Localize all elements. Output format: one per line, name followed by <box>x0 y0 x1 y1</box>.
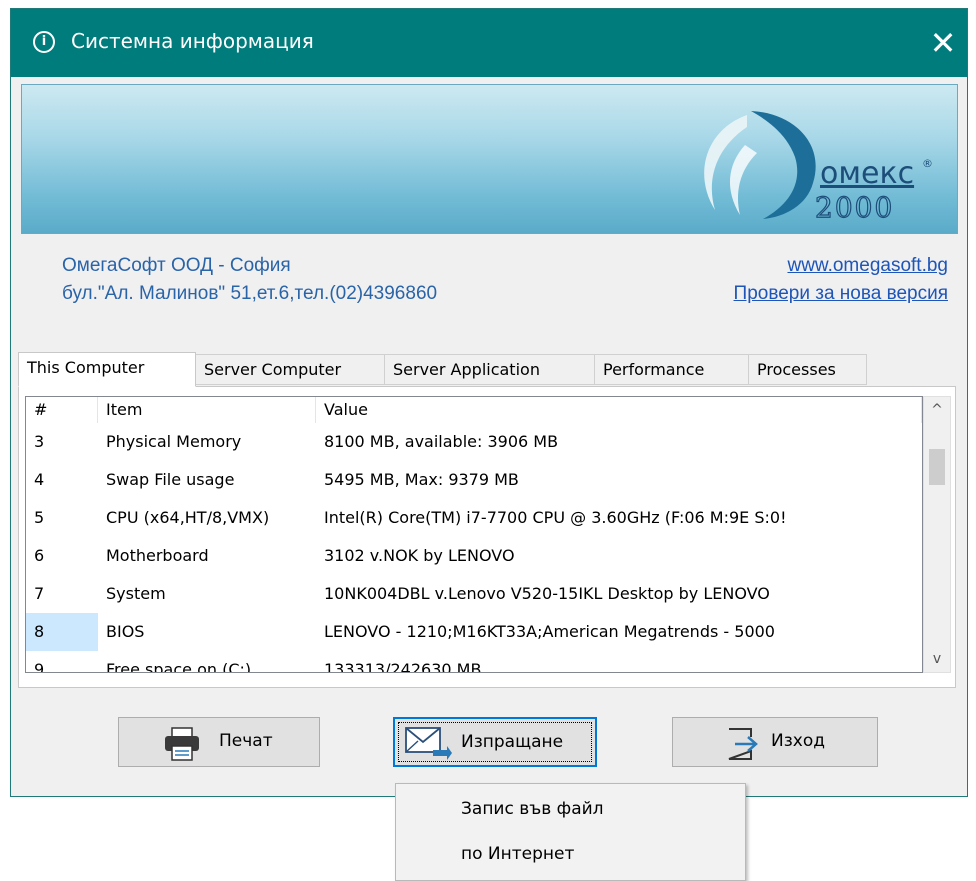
logo-year: 2000 <box>815 191 894 224</box>
printer-icon <box>165 727 199 761</box>
logo-word: омекс <box>820 156 914 191</box>
row-item: CPU (x64,HT/8,VMX) <box>106 508 270 527</box>
omex-logo: омекс ® 2000 <box>704 111 933 225</box>
tab-this-computer[interactable]: This Computer <box>18 352 196 387</box>
row-value: 5495 MB, Max: 9379 MB <box>324 470 519 489</box>
row-value: 133313/242630 MB <box>324 660 482 673</box>
list-row[interactable]: 3 Physical Memory 8100 MB, available: 3906… <box>26 423 922 461</box>
scroll-thumb[interactable] <box>929 449 945 485</box>
row-value: 8100 MB, available: 3906 MB <box>324 432 559 451</box>
row-item: Physical Memory <box>106 432 242 451</box>
info-icon: i <box>33 31 55 53</box>
row-num: 9 <box>34 660 45 673</box>
header-item[interactable]: Item <box>98 397 316 423</box>
company-address: бул."Ал. Малинов" 51,ет.6,тел.(02)439686… <box>62 283 438 304</box>
company-info: ОмегаСофт ООД - София бул."Ал. Малинов" … <box>62 252 437 308</box>
row-num: 6 <box>34 546 45 565</box>
envelope-icon <box>405 727 452 760</box>
logo-reg: ® <box>922 157 933 170</box>
website-link[interactable]: www.omegasoft.bg <box>734 252 948 280</box>
exit-label: Изход <box>771 731 825 751</box>
vertical-scrollbar[interactable]: ^ v <box>923 396 951 673</box>
row-num: 8 <box>26 613 98 651</box>
window-title: Системна информация <box>71 29 314 53</box>
info-list[interactable]: # Item Value 3 Physical Memory 8100 MB, av… <box>25 396 923 673</box>
list-header: # Item Value <box>26 397 922 423</box>
send-button[interactable]: Изпращане <box>393 717 597 767</box>
menu-item-label: Запис във файл <box>461 799 604 819</box>
tab-server-application[interactable]: Server Application <box>384 354 595 385</box>
row-item: System <box>106 584 166 603</box>
list-row[interactable]: 4 Swap File usage 5495 MB, Max: 9379 MB <box>26 461 922 499</box>
list-row[interactable]: 6 Motherboard 3102 v.NOK by LENOVO <box>26 537 922 575</box>
row-value: LENOVO - 1210;M16KT33A;American Megatren… <box>324 622 775 641</box>
row-num: 3 <box>34 432 45 451</box>
send-label: Изпращане <box>461 732 564 752</box>
title-bar[interactable]: i Системна информация ✕ <box>11 9 967 77</box>
header-value[interactable]: Value <box>316 397 922 423</box>
row-value: Intel(R) Core(TM) i7-7700 CPU @ 3.60GHz … <box>324 508 787 527</box>
row-num: 4 <box>34 470 45 489</box>
tab-performance[interactable]: Performance <box>594 354 749 385</box>
list-row[interactable]: 5 CPU (x64,HT/8,VMX) Intel(R) Core(TM) i7-… <box>26 499 922 537</box>
row-num: 7 <box>34 584 45 603</box>
check-update-link[interactable]: Провери за нова версия <box>734 280 948 308</box>
scroll-down-icon[interactable]: v <box>924 646 950 672</box>
scroll-up-icon[interactable]: ^ <box>924 397 950 423</box>
header-num[interactable]: # <box>26 397 98 423</box>
tab-panel: # Item Value 3 Physical Memory 8100 MB, av… <box>18 386 956 688</box>
company-name: ОмегаСофт ООД - София <box>62 255 291 276</box>
list-row[interactable]: 8 BIOS LENOVO - 1210;M16KT33A;American Meg… <box>26 613 922 651</box>
tab-server-computer[interactable]: Server Computer <box>195 354 385 385</box>
row-item: Free space on (C:) <box>106 660 252 673</box>
close-icon[interactable]: ✕ <box>923 23 963 63</box>
banner: омекс ® 2000 <box>21 84 958 234</box>
row-item: BIOS <box>106 622 145 641</box>
send-dropdown-menu: Запис във файл по Интернет <box>395 783 746 881</box>
list-row[interactable]: 7 System 10NK004DBL v.Lenovo V520-15IKL De… <box>26 575 922 613</box>
menu-item-save-file[interactable]: Запис във файл <box>398 787 743 831</box>
menu-item-label: по Интернет <box>461 844 575 864</box>
row-num: 5 <box>34 508 45 527</box>
row-value: 10NK004DBL v.Lenovo V520-15IKL Desktop b… <box>324 584 770 603</box>
links: www.omegasoft.bg Провери за нова версия <box>734 252 948 308</box>
print-button[interactable]: Печат <box>118 717 320 767</box>
exit-icon <box>728 728 758 760</box>
list-row[interactable]: 9 Free space on (C:) 133313/242630 MB <box>26 651 922 673</box>
row-item: Swap File usage <box>106 470 235 489</box>
row-item: Motherboard <box>106 546 209 565</box>
print-label: Печат <box>219 731 273 751</box>
exit-button[interactable]: Изход <box>672 717 878 767</box>
tab-processes[interactable]: Processes <box>748 354 867 385</box>
list-rows: 3 Physical Memory 8100 MB, available: 3906… <box>26 423 922 673</box>
row-value: 3102 v.NOK by LENOVO <box>324 546 515 565</box>
menu-item-internet[interactable]: по Интернет <box>398 832 743 876</box>
